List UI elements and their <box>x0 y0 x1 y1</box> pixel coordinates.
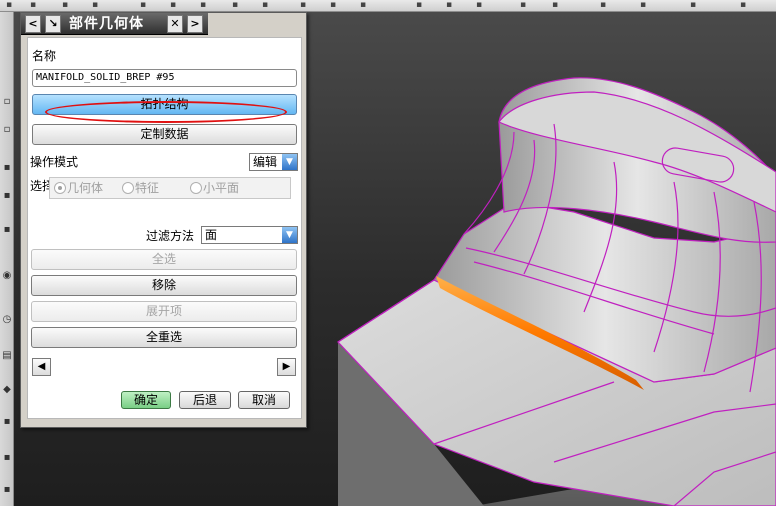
toolbar-icon[interactable]: ▪ <box>1 162 13 174</box>
operation-mode-label: 操作模式 <box>30 155 79 169</box>
operation-mode-dropdown[interactable]: 编辑 ▼ <box>249 153 298 171</box>
selection-options-group: 几何体 特征 小平面 <box>49 177 291 199</box>
radio-geometry[interactable]: 几何体 <box>54 181 103 195</box>
radio-facet[interactable]: 小平面 <box>190 181 239 195</box>
toolbar-icon[interactable]: ▪ <box>1 484 13 496</box>
remove-button[interactable]: 移除 <box>31 275 297 296</box>
select-all-button[interactable]: 全选 <box>31 249 297 270</box>
expand-items-button[interactable]: 展开项 <box>31 301 297 322</box>
filter-method-label: 过滤方法 <box>146 229 195 243</box>
toolbar-icon[interactable]: ▪ <box>1 190 13 202</box>
ok-button[interactable]: 确定 <box>121 391 171 409</box>
toolbar-icon[interactable]: ▪ <box>1 452 13 464</box>
back-button[interactable]: 后退 <box>179 391 231 409</box>
back-arrow-icon[interactable]: < <box>25 15 41 33</box>
dialog-title: 部件几何体 <box>69 16 144 32</box>
toolbar-icon[interactable]: ▪ <box>360 1 370 10</box>
toolbar-icon[interactable]: ▪ <box>6 1 16 10</box>
filter-method-dropdown[interactable]: 面 ▼ <box>201 226 298 244</box>
toolbar-icon[interactable]: ▤ <box>1 350 13 362</box>
custom-data-button[interactable]: 定制数据 <box>32 124 297 145</box>
right-arrow-icon[interactable]: ▶ <box>277 358 296 376</box>
radio-dot <box>54 182 66 194</box>
left-arrow-icon[interactable]: ◀ <box>32 358 51 376</box>
reselect-all-button[interactable]: 全重选 <box>31 327 297 348</box>
toolbar-icon[interactable]: ◉ <box>1 270 13 282</box>
toolbar-icon[interactable]: ▪ <box>1 416 13 428</box>
radio-label: 小平面 <box>203 181 240 195</box>
toolbar-icon[interactable]: ▪ <box>170 1 180 10</box>
toolbar-icon[interactable]: ▪ <box>416 1 426 10</box>
toolbar-icon[interactable]: ◆ <box>1 384 13 396</box>
dialog-titlebar[interactable]: < ↘ 部件几何体 ✕ > <box>21 13 208 35</box>
toolbar-icon[interactable]: ▪ <box>600 1 610 10</box>
clock-icon[interactable]: ◷ <box>1 314 13 326</box>
toolbar-icon[interactable]: ▪ <box>690 1 700 10</box>
radio-dot <box>122 182 134 194</box>
top-toolbar: ▪ ▪ ▪ ▪ ▪ ▪ ▪ ▪ ▪ ▪ ▪ ▪ ▪ ▪ ▪ ▪ ▪ ▪ ▪ ▪ … <box>0 0 776 12</box>
dropdown-arrow-icon[interactable]: ▼ <box>282 227 297 243</box>
name-field[interactable]: MANIFOLD_SOLID_BREP #95 <box>32 69 297 87</box>
radio-label: 几何体 <box>67 181 104 195</box>
toolbar-icon[interactable]: ▪ <box>92 1 102 10</box>
toolbar-icon[interactable]: ▫ <box>1 96 13 108</box>
close-icon[interactable]: ✕ <box>167 15 183 33</box>
left-toolbar: ▫ ▫ ▪ ▪ ▪ ◉ ◷ ▤ ◆ ▪ ▪ ▪ <box>0 12 14 506</box>
name-label: 名称 <box>32 49 57 63</box>
toolbar-icon[interactable]: ▪ <box>232 1 242 10</box>
forward-arrow-icon[interactable]: > <box>187 15 203 33</box>
toolbar-icon[interactable]: ▪ <box>300 1 310 10</box>
toolbar-icon[interactable]: ▪ <box>740 1 750 10</box>
dropdown-arrow-icon[interactable]: ▼ <box>282 154 297 170</box>
toolbar-icon[interactable]: ▪ <box>140 1 150 10</box>
cancel-button[interactable]: 取消 <box>238 391 290 409</box>
toolbar-icon[interactable]: ▪ <box>30 1 40 10</box>
operation-mode-value: 编辑 <box>253 155 278 169</box>
toolbar-icon[interactable]: ▪ <box>62 1 72 10</box>
radio-dot <box>190 182 202 194</box>
toolbar-icon[interactable]: ▪ <box>640 1 650 10</box>
toolbar-icon[interactable]: ▪ <box>262 1 272 10</box>
toolbar-icon[interactable]: ▫ <box>1 124 13 136</box>
toolbar-icon[interactable]: ▪ <box>200 1 210 10</box>
topology-button[interactable]: 拓扑结构 <box>32 94 297 115</box>
filter-method-value: 面 <box>205 228 218 242</box>
toolbar-icon[interactable]: ▪ <box>1 224 13 236</box>
toolbar-icon[interactable]: ▪ <box>520 1 530 10</box>
toolbar-icon[interactable]: ▪ <box>552 1 562 10</box>
toolbar-icon[interactable]: ▪ <box>330 1 340 10</box>
toolbar-icon[interactable]: ▪ <box>476 1 486 10</box>
radio-feature[interactable]: 特征 <box>122 181 159 195</box>
select-arrow-icon[interactable]: ↘ <box>45 15 61 33</box>
toolbar-icon[interactable]: ▪ <box>446 1 456 10</box>
radio-label: 特征 <box>135 181 160 195</box>
part-geometry-dialog: < ↘ 部件几何体 ✕ > 名称 MANIFOLD_SOLID_BREP #95… <box>20 12 307 428</box>
